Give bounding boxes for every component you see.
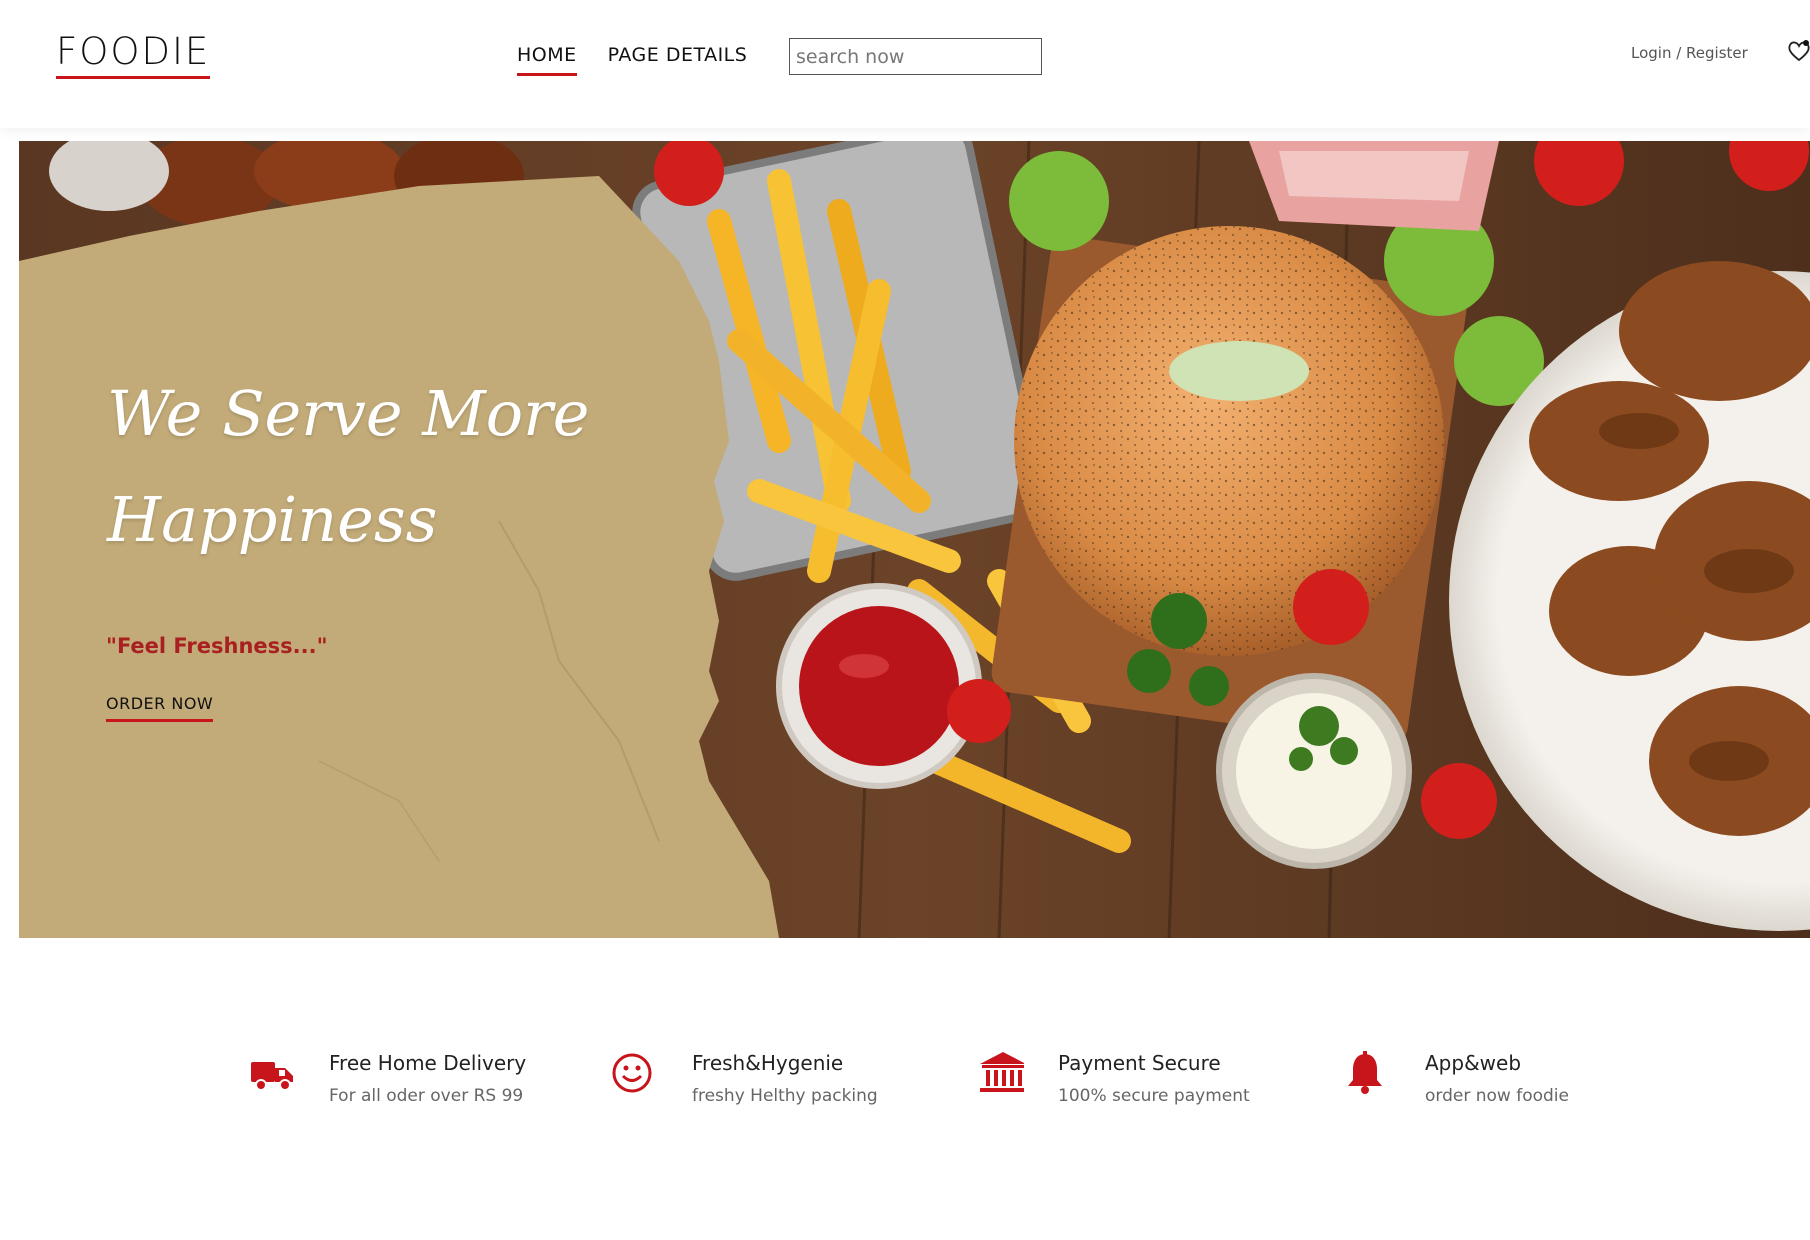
truck-icon [251,1062,293,1091]
feature-subtitle: order now foodie [1425,1086,1569,1106]
order-now-button[interactable]: ORDER NOW [106,694,214,722]
main-nav: HOME PAGE DETAILS [517,44,748,76]
feature-title: Fresh&Hygenie [692,1051,844,1075]
feature-title: App&web [1425,1051,1522,1075]
hero-tagline: "Feel Freshness..." [106,634,328,658]
nav-home[interactable]: HOME [517,44,577,76]
feature-title: Payment Secure [1058,1051,1221,1075]
hero-title-line2: Happiness [107,483,438,556]
login-register-link[interactable]: Login / Register [1631,44,1748,62]
feature-subtitle: freshy Helthy packing [692,1086,878,1106]
features-row: Free Home Delivery For all oder over RS … [0,1040,1810,1120]
hero-title: We Serve More Happiness [107,361,627,573]
search-input[interactable] [789,38,1042,75]
smiley-icon [612,1053,652,1093]
feature-title: Free Home Delivery [329,1051,527,1075]
site-logo[interactable]: FOODIE [56,30,210,73]
logo-underline [56,76,210,79]
hero-banner: We Serve More Happiness "Feel Freshness.… [19,141,1810,938]
site-header: FOODIE HOME PAGE DETAILS Login / Registe… [0,0,1810,128]
feature-subtitle: For all oder over RS 99 [329,1086,524,1106]
hero-title-line1: We Serve More [107,377,590,450]
feature-subtitle: 100% secure payment [1058,1086,1250,1106]
nav-page-details[interactable]: PAGE DETAILS [608,44,748,66]
heart-icon[interactable] [1786,38,1810,64]
bell-icon [1348,1051,1382,1094]
bank-icon [980,1052,1024,1092]
